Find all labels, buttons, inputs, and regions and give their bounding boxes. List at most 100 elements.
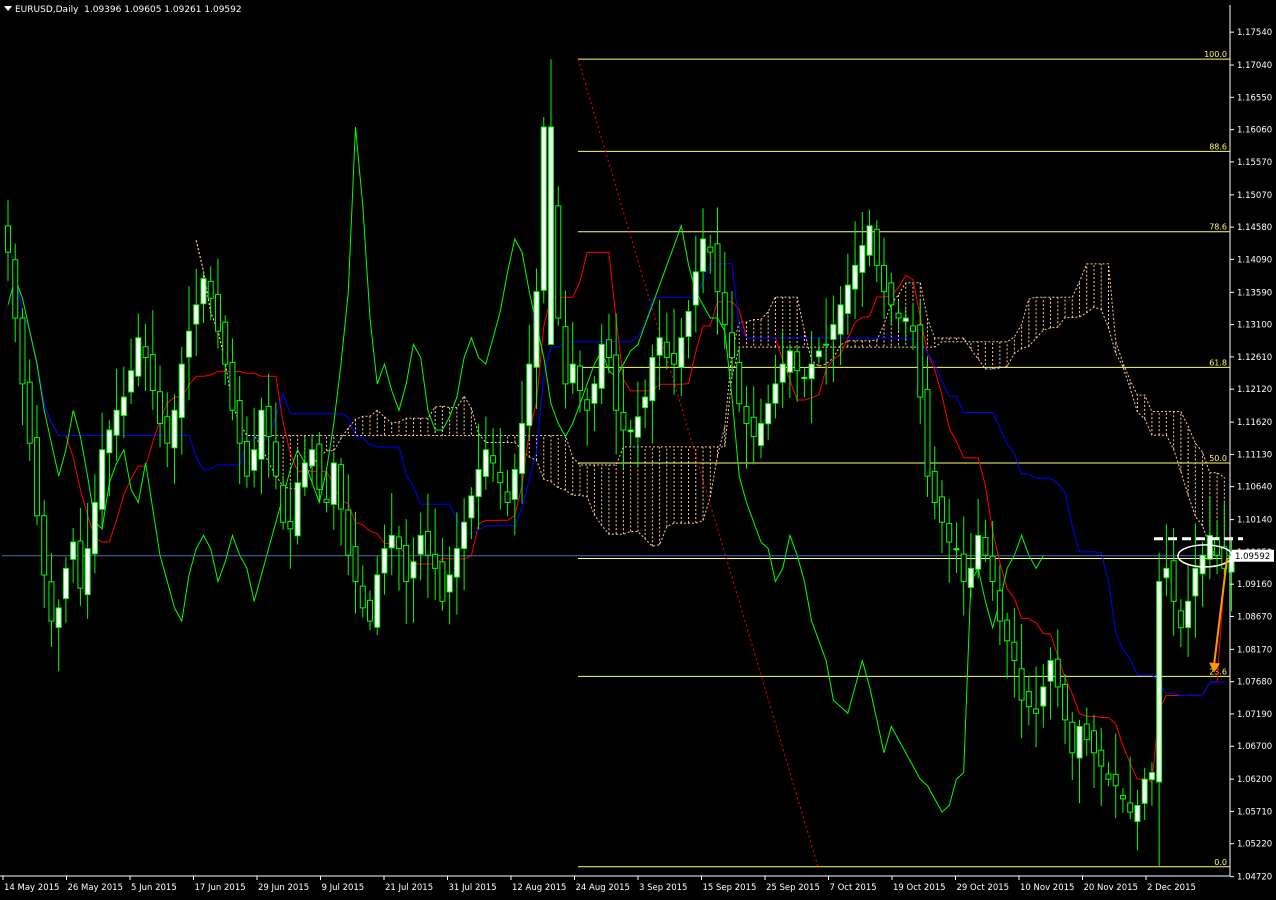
x-tick-label: 31 Jul 2015 — [449, 883, 497, 893]
candle-body — [258, 409, 265, 460]
candle-body — [120, 396, 127, 416]
candle-body — [1069, 721, 1076, 754]
candle-body — [1076, 725, 1083, 759]
candle-body — [236, 400, 243, 444]
fibo-label: 88.6 — [1209, 142, 1227, 151]
candle-body — [345, 509, 352, 556]
candle-body — [1062, 683, 1069, 721]
fibo-label: 50.0 — [1209, 454, 1227, 463]
candle-body — [757, 422, 764, 446]
candle-body — [765, 403, 772, 425]
current-price-label: 1.09592 — [1235, 552, 1270, 562]
candle-body — [772, 383, 779, 404]
ohlc-label: 1.09396 1.09605 1.09261 1.09592 — [84, 5, 242, 15]
y-tick-label: 1.15070 — [1237, 191, 1272, 201]
candle-body — [157, 391, 164, 424]
candle-body — [1134, 805, 1141, 823]
candle-body — [729, 332, 735, 359]
candle-body — [77, 540, 84, 589]
x-tick-label: 25 Sep 2015 — [766, 883, 820, 893]
candle-body — [417, 534, 424, 555]
candle-body — [931, 470, 938, 503]
x-tick-label: 19 Oct 2015 — [893, 883, 946, 893]
candle-body — [613, 354, 620, 411]
candle-body — [576, 365, 583, 391]
candle-body — [84, 548, 91, 596]
candle-body — [663, 341, 670, 359]
candle-body — [367, 599, 373, 622]
candle-body — [989, 555, 996, 583]
candle-body — [526, 363, 533, 426]
candle-body — [794, 351, 801, 372]
candle-body — [214, 294, 221, 332]
fibo-label: 78.6 — [1209, 223, 1227, 232]
candle-body — [519, 422, 526, 474]
candle-body — [388, 534, 395, 549]
candle-body — [533, 291, 540, 368]
candle-body — [1170, 560, 1177, 602]
x-tick-label: 20 Nov 2015 — [1084, 883, 1138, 893]
candle-body — [714, 243, 721, 293]
y-tick-label: 1.14580 — [1237, 223, 1272, 233]
y-tick-label: 1.05710 — [1237, 807, 1272, 817]
candle-body — [287, 521, 294, 530]
candle-body — [461, 521, 468, 550]
y-tick-label: 1.13100 — [1237, 321, 1272, 331]
candle-body — [1033, 708, 1040, 714]
x-tick-label: 7 Oct 2015 — [830, 883, 877, 893]
candle-body — [497, 471, 504, 484]
candle-body — [1156, 581, 1163, 783]
candle-body — [251, 449, 258, 471]
y-tick-label: 1.16060 — [1237, 126, 1272, 136]
x-tick-label: 26 May 2015 — [68, 883, 123, 893]
candle-body — [642, 396, 649, 409]
price-chart: 100.088.678.661.850.038.223.60.0 1.17540… — [0, 0, 1276, 896]
candle-body — [475, 469, 482, 498]
candle-body — [330, 462, 337, 505]
candle-body — [1127, 802, 1134, 813]
candle-body — [70, 541, 77, 560]
candle-body — [736, 362, 743, 405]
candle-body — [424, 530, 431, 556]
candle-body — [569, 363, 576, 384]
candle-body — [996, 590, 1003, 622]
candle-body — [960, 553, 967, 583]
candle-body — [91, 501, 98, 555]
candle-body — [178, 363, 185, 419]
candle-body — [866, 225, 873, 256]
candle-body — [562, 326, 569, 385]
candle-body — [1185, 600, 1192, 629]
candle-body — [301, 462, 308, 488]
y-tick-label: 1.10640 — [1237, 483, 1272, 493]
candle-body — [33, 437, 40, 517]
candle-body — [352, 546, 359, 583]
y-tick-label: 1.07680 — [1237, 678, 1272, 688]
candle-body — [1119, 794, 1126, 800]
candle-body — [1112, 773, 1119, 787]
candle-body — [649, 357, 656, 402]
candle-body — [823, 343, 830, 346]
candle-body — [446, 574, 453, 593]
candle-body — [598, 343, 605, 389]
candle-body — [439, 561, 446, 602]
candle-body — [910, 325, 916, 332]
symbol-label: EURUSD,Daily — [15, 5, 79, 15]
candle-body — [591, 383, 598, 404]
candle-body — [511, 469, 518, 500]
y-tick-label: 1.06700 — [1237, 742, 1272, 752]
candle-body — [403, 544, 410, 583]
candle-body — [852, 264, 859, 290]
candle-body — [1083, 723, 1090, 741]
y-tick-label: 1.05220 — [1237, 840, 1272, 850]
candle-body — [1047, 660, 1054, 682]
x-tick-label: 17 Jun 2015 — [195, 883, 246, 893]
candle-body — [468, 495, 475, 519]
y-tick-label: 1.04720 — [1237, 873, 1272, 883]
candle-body — [634, 416, 641, 438]
candle-body — [902, 317, 909, 322]
candle — [540, 117, 547, 304]
x-tick-label: 29 Jun 2015 — [258, 883, 309, 893]
candle-body — [48, 581, 55, 622]
dropdown-triangle-icon[interactable] — [4, 6, 12, 11]
candle-body — [309, 449, 316, 467]
